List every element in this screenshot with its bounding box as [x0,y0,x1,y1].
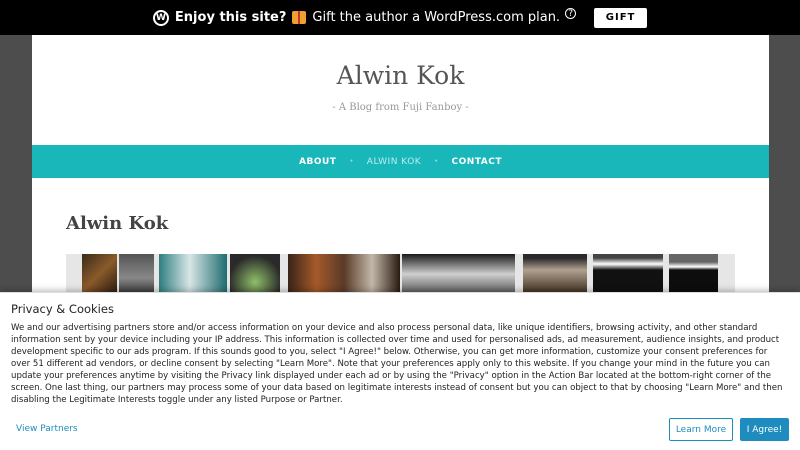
view-partners-link[interactable]: View Partners [16,424,78,434]
help-icon[interactable]: ? [565,8,577,19]
learn-more-button[interactable]: Learn More [669,418,733,441]
wordpress-icon: W [152,9,169,26]
gallery-photo[interactable] [669,254,718,294]
gallery-photo[interactable] [119,254,154,294]
nav-item-alwin-kok[interactable]: ALWIN KOK [367,157,421,167]
site-tagline: - A Blog from Fuji Fanboy - [332,102,469,113]
nav-separator: • [349,158,354,165]
cookie-title: Privacy & Cookies [11,302,114,316]
promo-bold-text: Enjoy this site? [174,10,287,25]
gallery-photo[interactable] [159,254,227,294]
promo-bar: W Enjoy this site? Gift the author a Wor… [0,0,800,35]
cookie-banner: Privacy & Cookies We and our advertising… [0,292,800,450]
gallery-photo[interactable] [230,254,280,294]
gift-button[interactable]: GIFT [594,7,648,28]
agree-button[interactable]: I Agree! [740,418,789,441]
promo-text: Gift the author a WordPress.com plan. [312,10,561,25]
nav-item-contact[interactable]: CONTACT [452,157,502,167]
page-title: Alwin Kok [66,213,169,234]
gift-icon [292,11,307,24]
photo-gallery [66,254,735,294]
cookie-body: We and our advertising partners store an… [11,323,783,405]
nav-item-about[interactable]: ABOUT [299,157,336,167]
main-nav: ABOUT • ALWIN KOK • CONTACT [32,145,769,178]
nav-separator: • [434,158,439,165]
gallery-photo[interactable] [593,254,663,294]
gallery-photo[interactable] [402,254,515,294]
gallery-photo[interactable] [523,254,587,294]
site-title[interactable]: Alwin Kok [32,61,769,90]
gallery-photo[interactable] [82,254,117,294]
gallery-photo[interactable] [288,254,400,294]
